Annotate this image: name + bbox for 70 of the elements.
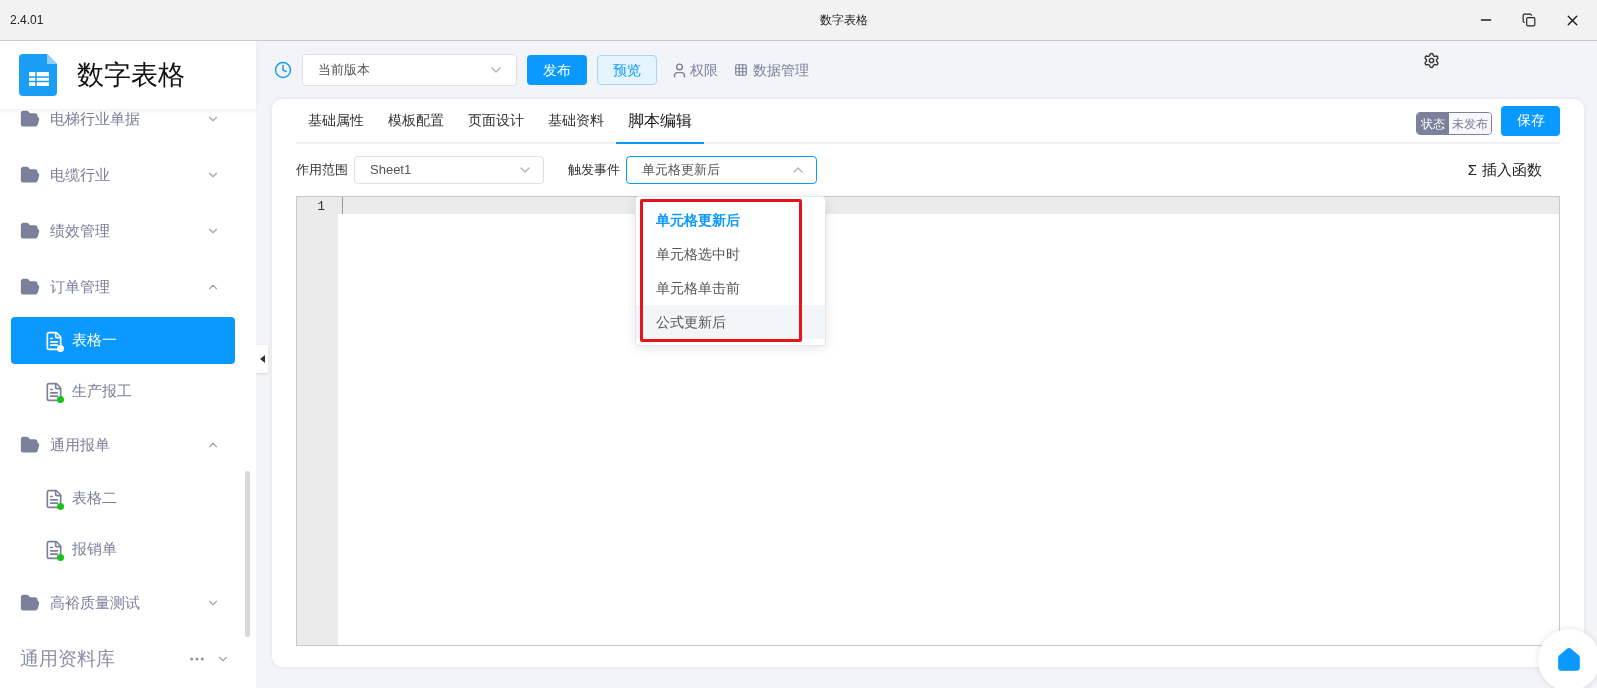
- folder-label: 电缆行业: [50, 164, 111, 185]
- app-name: 数字表格: [77, 58, 185, 92]
- document-icon: [44, 487, 64, 510]
- caret-left-icon: [259, 355, 265, 363]
- status-value: 未发布: [1449, 113, 1491, 134]
- sidebar-item[interactable]: 生产报工: [11, 368, 235, 415]
- sidebar-item[interactable]: 表格二: [11, 475, 235, 522]
- library-header[interactable]: 通用资料库: [0, 631, 246, 687]
- grid-icon: [734, 63, 748, 77]
- text-cursor: [342, 197, 343, 214]
- user-icon: [671, 61, 688, 79]
- data-management-button[interactable]: 数据管理: [734, 59, 809, 81]
- scrollbar[interactable]: [245, 471, 250, 637]
- version-label: 2.4.01: [10, 12, 45, 29]
- settings-icon[interactable]: [1423, 52, 1440, 69]
- scope-select[interactable]: Sheet1: [354, 156, 544, 184]
- publish-button[interactable]: 发布: [527, 55, 587, 85]
- sidebar-folder[interactable]: 订单管理: [0, 259, 246, 315]
- folder-label: 订单管理: [50, 276, 111, 297]
- restore-icon[interactable]: [1522, 13, 1536, 27]
- save-button[interactable]: 保存: [1501, 105, 1560, 136]
- sidebar-folder[interactable]: 电梯行业单据: [0, 109, 246, 147]
- spreadsheet-logo-icon: [19, 54, 59, 96]
- folder-icon: [20, 277, 40, 297]
- insert-function-button[interactable]: Σ 插入函数: [1467, 158, 1542, 182]
- tab[interactable]: 脚本编辑: [616, 99, 704, 144]
- dropdown-option[interactable]: 单元格单击前: [636, 271, 825, 305]
- folder-icon: [20, 109, 40, 129]
- sidebar-item[interactable]: 报销单: [11, 526, 235, 573]
- folder-label: 通用报单: [50, 434, 111, 455]
- dropdown-option[interactable]: 公式更新后: [636, 305, 825, 339]
- window-title: 数字表格: [819, 12, 869, 29]
- item-label: 报销单: [72, 539, 117, 560]
- tab[interactable]: 页面设计: [456, 99, 536, 144]
- document-icon: [44, 380, 64, 403]
- status-label: 状态: [1417, 113, 1449, 134]
- folder-icon: [20, 593, 40, 613]
- item-label: 生产报工: [72, 381, 132, 402]
- trigger-label: 触发事件: [568, 161, 620, 180]
- dropdown-option[interactable]: 单元格选中时: [636, 237, 825, 271]
- folder-label: 高裕质量测试: [50, 592, 141, 613]
- version-select[interactable]: 当前版本: [302, 54, 517, 86]
- folder-icon: [20, 435, 40, 455]
- line-number: 1: [316, 198, 326, 214]
- scope-label: 作用范围: [296, 161, 348, 180]
- library-title: 通用资料库: [20, 646, 116, 671]
- folder-icon: [20, 165, 40, 185]
- sidebar-item[interactable]: 表格一: [11, 317, 235, 364]
- tab[interactable]: 基础属性: [296, 99, 376, 144]
- home-button[interactable]: [1538, 629, 1597, 688]
- tab[interactable]: 基础资料: [536, 99, 616, 144]
- home-icon: [1556, 647, 1582, 673]
- trigger-select[interactable]: 单元格更新后: [626, 156, 817, 184]
- document-icon: [44, 538, 64, 561]
- tab[interactable]: 模板配置: [376, 99, 456, 144]
- document-icon: [44, 329, 64, 352]
- collapse-handle[interactable]: [256, 345, 268, 373]
- folder-icon: [20, 221, 40, 241]
- folder-label: 绩效管理: [50, 220, 111, 241]
- sidebar-folder[interactable]: 高裕质量测试: [0, 575, 246, 631]
- dropdown-option[interactable]: 单元格更新后: [636, 203, 825, 237]
- sidebar-folder[interactable]: 绩效管理: [0, 203, 246, 259]
- preview-button[interactable]: 预览: [597, 55, 657, 85]
- item-label: 表格一: [72, 330, 117, 351]
- permissions-button[interactable]: 权限: [671, 59, 718, 81]
- folder-label: 电梯行业单据: [50, 109, 141, 129]
- sidebar-folder[interactable]: 通用报单: [0, 417, 246, 473]
- item-label: 表格二: [72, 488, 117, 509]
- sidebar-folder[interactable]: 电缆行业: [0, 147, 246, 203]
- clock-icon: [274, 61, 292, 79]
